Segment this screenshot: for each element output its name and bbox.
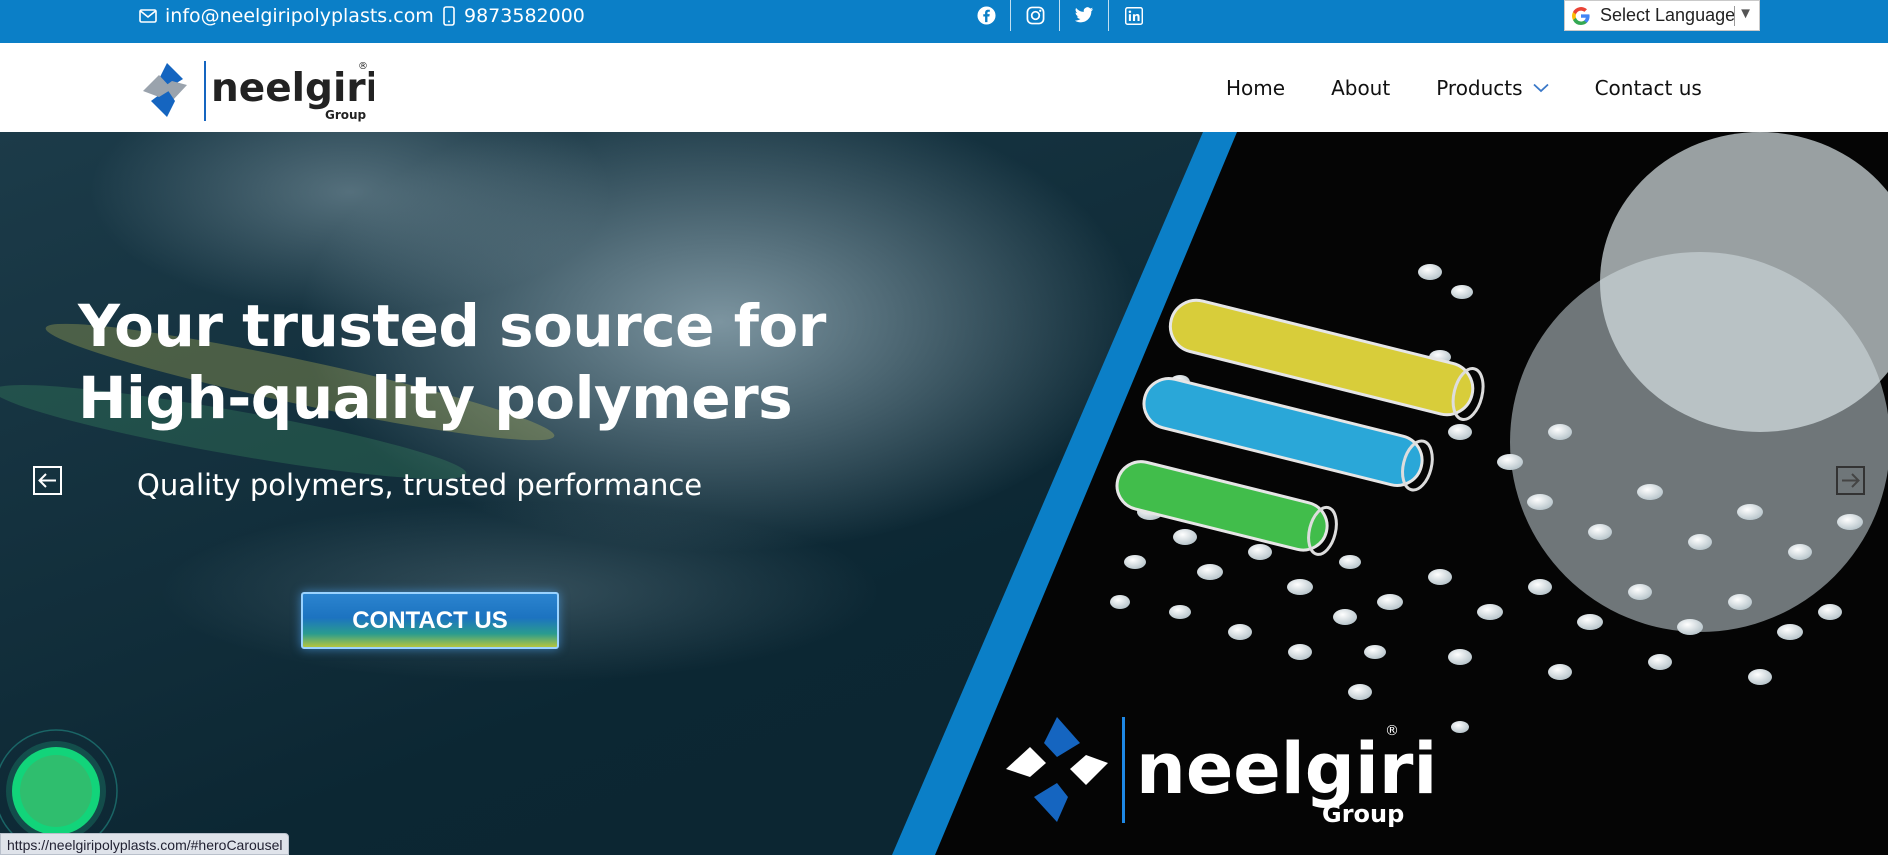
nav-item-label: About [1331, 75, 1391, 100]
svg-text:®: ® [1385, 723, 1399, 739]
browser-status-url: https://neelgiripolyplasts.com/#heroCaro… [0, 833, 290, 855]
phone-icon [443, 5, 455, 26]
facebook-icon[interactable] [962, 0, 1011, 31]
mail-icon [139, 8, 157, 23]
svg-text:neelgiri: neelgiri [211, 66, 374, 111]
chevron-down-icon [1532, 83, 1549, 92]
arrow-left-icon [38, 473, 56, 488]
hero-tagline: Quality polymers, trusted performance [137, 468, 703, 502]
linkedin-icon[interactable] [1109, 0, 1158, 31]
svg-text:Group: Group [1322, 800, 1404, 828]
hero-headline-line: High-quality polymers [78, 364, 793, 432]
twitter-icon[interactable] [1060, 0, 1109, 31]
top-bar: info@neelgiripolyplasts.com 9873582000 S… [0, 0, 1888, 43]
language-select-label: Select Language [1600, 5, 1736, 25]
main-navbar: neelgiri ® Group Home About Products Con… [0, 43, 1888, 132]
social-links [962, 0, 1158, 31]
google-g-icon [1568, 6, 1594, 26]
nav-item-home[interactable]: Home [1226, 76, 1285, 100]
svg-text:®: ® [358, 61, 368, 72]
nav-item-label: Home [1226, 75, 1286, 100]
instagram-icon[interactable] [1011, 0, 1060, 31]
phone-link[interactable]: 9873582000 [442, 0, 585, 31]
arrow-right-icon [1842, 473, 1860, 488]
brand-logo[interactable]: neelgiri ® Group [139, 55, 379, 123]
pinwheel-icon [143, 63, 187, 117]
hero-carousel: neelgiri ® Group Your trusted source for… [0, 132, 1888, 855]
hero-headline-line: Your trusted source for [78, 292, 826, 360]
nav-item-label: Products [1436, 75, 1523, 100]
phone-text: 9873582000 [464, 4, 585, 27]
nav-item-about[interactable]: About [1331, 76, 1390, 100]
nav-item-contact[interactable]: Contact us [1595, 76, 1702, 100]
hero-headline: Your trusted source for High-quality pol… [78, 290, 838, 434]
svg-text:neelgiri: neelgiri [1136, 728, 1437, 810]
dropdown-triangle-icon: ▼ [1738, 5, 1753, 22]
nav-item-label: Contact us [1594, 75, 1702, 100]
language-select[interactable]: Select Language ▼ [1564, 0, 1760, 31]
nav-item-products[interactable]: Products [1436, 75, 1549, 100]
carousel-prev-button[interactable] [33, 466, 62, 495]
email-link[interactable]: info@neelgiripolyplasts.com [139, 0, 434, 31]
language-select-divider [1734, 6, 1735, 26]
carousel-next-button[interactable] [1836, 466, 1865, 495]
svg-text:Group: Group [325, 108, 367, 122]
contact-us-button[interactable]: CONTACT US [301, 592, 559, 649]
email-text: info@neelgiripolyplasts.com [165, 4, 434, 27]
nav-menu: Home About Products Contact us [1226, 43, 1702, 132]
